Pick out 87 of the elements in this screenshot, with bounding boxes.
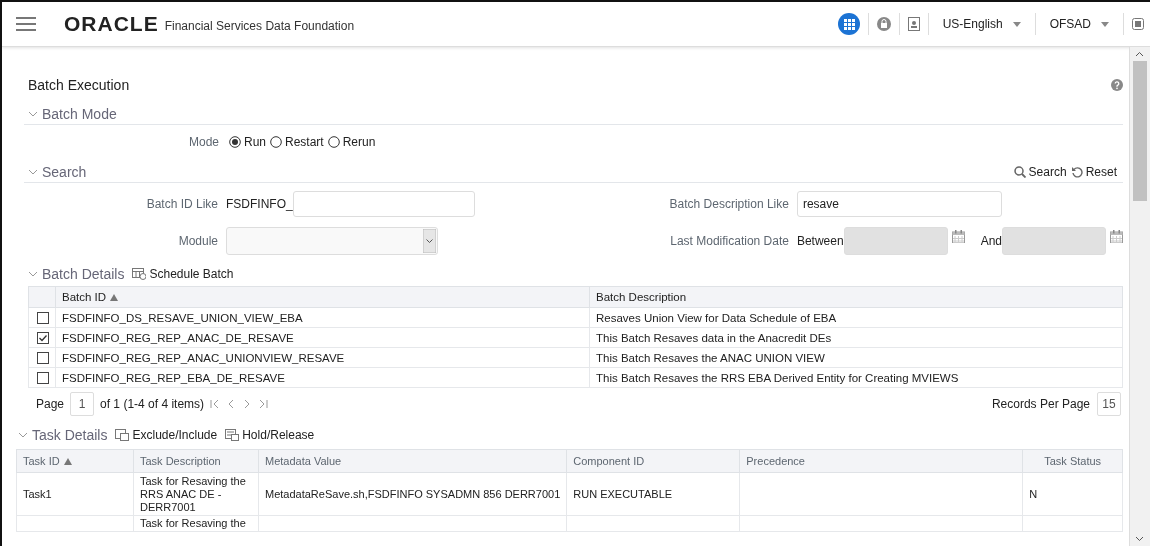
field-label: Mode: [187, 135, 219, 149]
table-cell: Task for Resaving the: [140, 517, 246, 529]
column-header[interactable]: Task Description: [133, 449, 259, 473]
date-field[interactable]: [1002, 227, 1106, 255]
search-button[interactable]: Search: [1013, 165, 1067, 179]
chevron-icon[interactable]: [28, 110, 38, 118]
last-page-icon[interactable]: [258, 399, 269, 409]
section-title[interactable]: Batch Mode: [42, 106, 117, 122]
pager-label: Records Per Page: [991, 397, 1090, 411]
table-cell: Resaves Union View for Data Schedule of EBA: [589, 307, 1123, 328]
checkbox-checked-icon[interactable]: [37, 331, 49, 344]
table-cell: FSDFINFO_DS_RESAVE_UNION_VIEW_EBA: [55, 307, 590, 328]
checkbox-icon[interactable]: [37, 371, 49, 384]
chevron-icon[interactable]: [28, 270, 38, 278]
pager-info: of 1 (1-4 of 4 items): [100, 397, 205, 411]
page-title: Batch Execution: [28, 77, 130, 93]
windows-icon: [115, 428, 130, 441]
window-icon[interactable]: [1132, 18, 1144, 30]
scroll-down-icon[interactable]: [1135, 536, 1144, 542]
search-icon: [1013, 166, 1026, 178]
input-field[interactable]: resave: [796, 191, 1002, 217]
chevron-icon[interactable]: [28, 168, 38, 176]
reset-button[interactable]: Reset: [1070, 165, 1117, 179]
schedule-batch-button[interactable]: Schedule Batch: [132, 266, 234, 281]
column-header[interactable]: Component ID: [566, 449, 740, 473]
table-cell: FSDFINFO_REG_REP_ANAC_UNIONVIEW_RESAVE: [55, 347, 590, 368]
first-page-icon[interactable]: [210, 399, 221, 409]
toolbar-button[interactable]: Exclude/Include: [115, 427, 218, 442]
caret-icon: [1012, 21, 1021, 27]
oracle-logo: ORACLE: [64, 12, 159, 36]
page-number-field[interactable]: 1: [70, 392, 95, 416]
help-icon[interactable]: [1111, 79, 1123, 91]
column-header[interactable]: Metadata Value: [258, 449, 567, 473]
user-dropdown[interactable]: OFSAD: [1043, 17, 1115, 31]
field-label: Batch Description Like: [668, 197, 789, 211]
language-dropdown[interactable]: US-English: [936, 17, 1027, 31]
column-header[interactable]: Batch Description: [589, 286, 1123, 308]
calendar-grid-icon: [132, 267, 147, 280]
reset-icon: [1070, 166, 1083, 178]
table-cell: MetadataReSave.sh,FSDFINFO SYSADMN 856 DERR7001: [265, 487, 561, 500]
field-label: Last Modification Date: [669, 234, 789, 248]
date-field[interactable]: [843, 227, 948, 255]
checkbox-icon[interactable]: [37, 351, 49, 364]
radio-option[interactable]: Restart: [268, 135, 326, 149]
id-card-icon[interactable]: [907, 17, 920, 31]
table-cell: This Batch Resaves data in the Anacredit DEs: [589, 327, 1123, 348]
chevron-icon[interactable]: [18, 431, 28, 439]
sort-icon[interactable]: [110, 293, 119, 301]
records-per-page-field[interactable]: 15: [1097, 392, 1121, 416]
radio-option[interactable]: Rerun: [325, 135, 378, 149]
menu-icon[interactable]: [16, 17, 36, 31]
lock-icon[interactable]: [876, 17, 891, 31]
scrollbar-thumb[interactable]: [1133, 61, 1147, 201]
table-cell: Task1: [23, 487, 52, 500]
section-title[interactable]: Task Details: [32, 427, 108, 443]
chevron-down-icon: [423, 229, 436, 253]
pager-label: Page: [36, 397, 65, 411]
table-cell: FSDFINFO_REG_REP_ANAC_DE_RESAVE: [55, 327, 590, 348]
column-header[interactable]: Task ID: [16, 449, 134, 473]
table-cell: FSDFINFO_REG_REP_EBA_DE_RESAVE: [55, 367, 590, 388]
app-title: Financial Services Data Foundation: [164, 19, 355, 33]
table-cell: This Batch Resaves the RRS EBA Derived Entity for Creating MVIEWS: [589, 367, 1123, 388]
column-header[interactable]: Precedence: [739, 449, 1023, 473]
section-title[interactable]: Batch Details: [42, 266, 125, 282]
field-label: Module: [177, 234, 218, 248]
table-cell: RUN EXECUTABLE: [573, 487, 673, 500]
apps-grid-icon[interactable]: [837, 13, 860, 35]
radio-option[interactable]: Run: [227, 135, 268, 149]
calendar-icon[interactable]: [951, 229, 965, 243]
caret-icon: [1101, 21, 1109, 27]
scroll-up-icon[interactable]: [1135, 51, 1144, 57]
checkbox-icon[interactable]: [37, 311, 49, 324]
toolbar-button[interactable]: Hold/Release: [225, 427, 315, 442]
field-label: Batch ID Like: [145, 197, 218, 211]
column-header[interactable]: Task Status: [1022, 449, 1123, 473]
section-title[interactable]: Search: [42, 164, 87, 180]
sort-icon[interactable]: [63, 457, 72, 465]
column-header[interactable]: Batch ID: [55, 286, 590, 308]
table-cell: N: [1029, 487, 1038, 500]
table-cell: Task for Resaving the RRS ANAC DE - DERR7001: [140, 474, 246, 513]
field-prefix: FSDFINFO_: [226, 197, 293, 211]
field-label: Between: [796, 234, 844, 248]
list-window-icon: [225, 428, 240, 441]
table-cell: This Batch Resaves the ANAC UNION VIEW: [589, 347, 1123, 368]
calendar-icon[interactable]: [1110, 229, 1123, 243]
input-field[interactable]: [292, 191, 475, 217]
field-label: And: [980, 234, 1002, 248]
